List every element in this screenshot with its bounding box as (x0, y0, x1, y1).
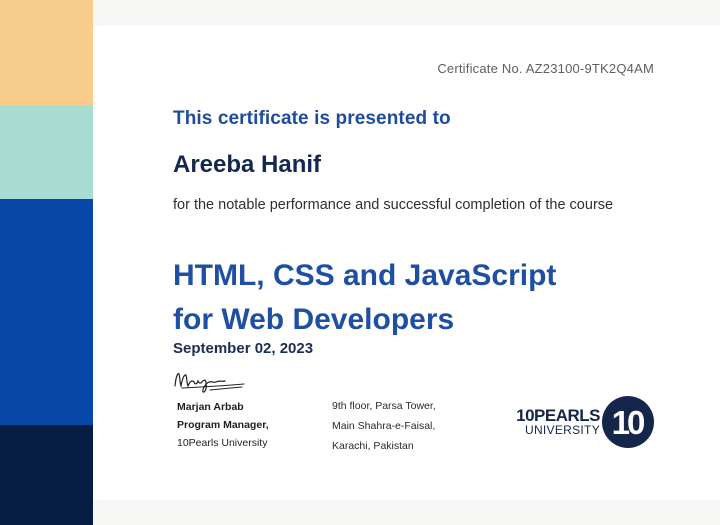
completion-date: September 02, 2023 (173, 340, 314, 357)
signatory-name: Marjan Arbab (177, 401, 244, 413)
10pearls-university-logo: 10PEARLS UNIVERSITY 10 (503, 395, 655, 449)
address-line-1: 9th floor, Parsa Tower, (332, 400, 436, 412)
logo-brand: 10PEARLS (516, 406, 600, 425)
stripe-navy (0, 425, 93, 525)
address-block: 9th floor, Parsa Tower, Main Shahra-e-Fa… (332, 396, 436, 456)
presented-to-heading: This certificate is presented to (173, 108, 451, 129)
stripe-peach (0, 0, 93, 105)
address-line-3: Karachi, Pakistan (332, 440, 414, 452)
course-title-line-1: HTML, CSS and JavaScript (173, 259, 557, 292)
logo-mark-text: 10 (612, 404, 644, 441)
top-margin (93, 0, 720, 26)
completion-description: for the notable performance and successf… (173, 197, 614, 213)
signatory-block: Marjan Arbab Program Manager, 10Pearls U… (177, 398, 269, 452)
signatory-organization: 10Pearls University (177, 437, 268, 449)
bottom-margin (93, 500, 720, 525)
logo-mark-icon: 10 (602, 396, 654, 448)
signature-image (174, 372, 245, 393)
certificate-number: Certificate No. AZ23100-9TK2Q4AM (437, 61, 654, 76)
address-line-2: Main Shahra-e-Faisal, (332, 420, 436, 432)
logo-sub: UNIVERSITY (524, 423, 600, 437)
recipient-name: Areeba Hanif (173, 151, 322, 178)
certificate: Certificate No. AZ23100-9TK2Q4AM This ce… (0, 0, 720, 525)
stripe-blue (0, 199, 93, 425)
stripe-mint (0, 105, 93, 199)
course-title: HTML, CSS and JavaScript for Web Develop… (173, 254, 693, 342)
course-title-line-2: for Web Developers (173, 303, 455, 336)
logo-text: 10PEARLS UNIVERSITY (516, 407, 600, 437)
signatory-title: Program Manager, (177, 419, 269, 431)
